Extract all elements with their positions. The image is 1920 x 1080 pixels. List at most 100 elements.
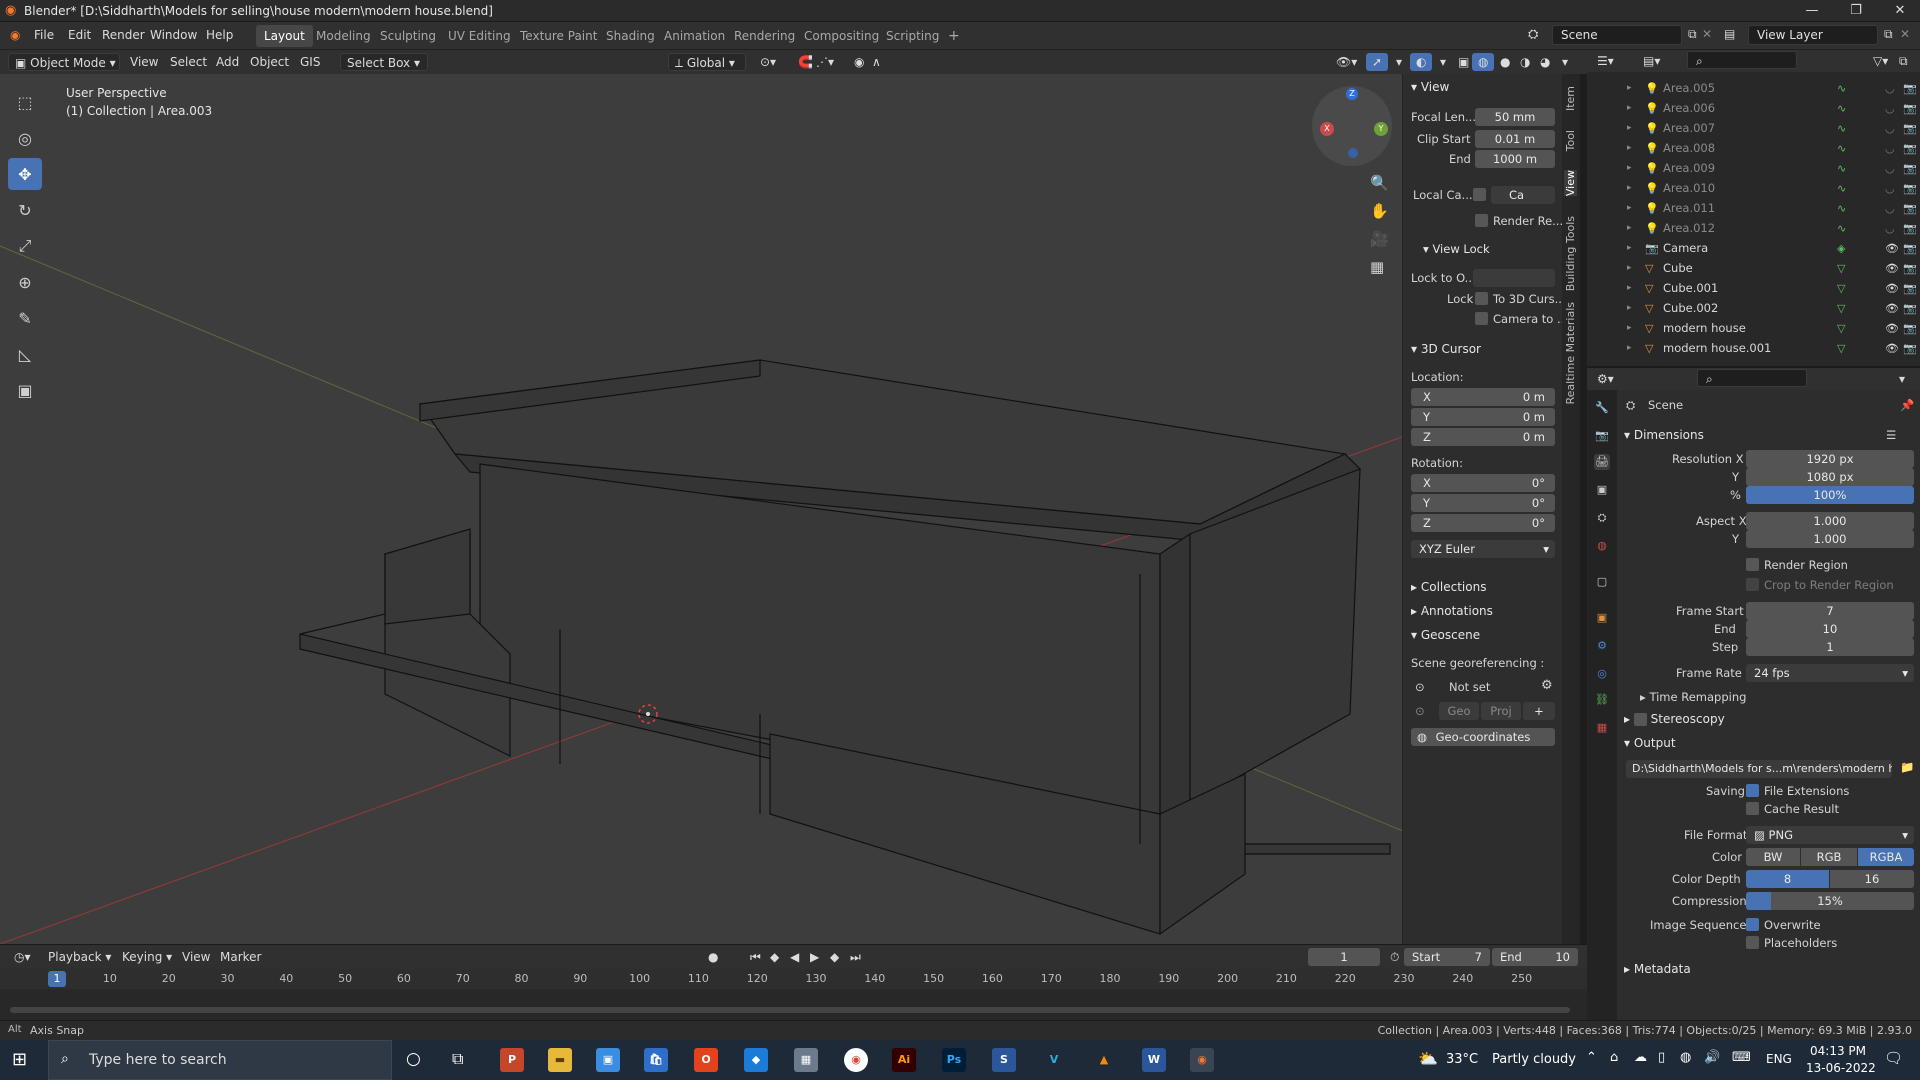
snap-target-icon[interactable]: ⋰▾ xyxy=(810,53,840,71)
add-cube-tool[interactable]: ▣ xyxy=(8,374,42,406)
visibility-eye-icon[interactable]: 👁 xyxy=(1885,262,1899,275)
render-camera-icon[interactable]: 📷 xyxy=(1903,102,1917,115)
expand-arrow-icon[interactable]: ▸ xyxy=(1627,103,1645,113)
battery-icon[interactable]: ▯ xyxy=(1658,1050,1665,1065)
outliner-item[interactable]: ▸ 💡 Area.006 ∿ ◡ 📷 xyxy=(1587,98,1920,118)
menu-help[interactable]: Help xyxy=(206,28,233,42)
wireframe-shading-icon[interactable]: ◍ xyxy=(1472,53,1495,71)
render-region-checkbox-props[interactable] xyxy=(1746,558,1759,571)
visibility-eye-icon[interactable]: ◡ xyxy=(1885,82,1895,95)
file-format-dropdown[interactable]: ▨ PNG ▾ xyxy=(1746,826,1914,844)
expand-arrow-icon[interactable]: ▸ xyxy=(1627,303,1645,313)
cache-result-checkbox[interactable] xyxy=(1746,802,1759,815)
folder-icon[interactable]: 📁 xyxy=(1900,760,1914,774)
tab-building-tools[interactable]: Building Tools xyxy=(1564,216,1577,291)
render-camera-icon[interactable]: 📷 xyxy=(1903,242,1917,255)
render-camera-icon[interactable]: 📷 xyxy=(1903,322,1917,335)
metadata-section-header[interactable]: ▸ Metadata xyxy=(1624,962,1691,976)
render-camera-icon[interactable]: 📷 xyxy=(1903,262,1917,275)
stereoscopy-section-header[interactable]: ▸ Stereoscopy xyxy=(1624,712,1725,726)
expand-arrow-icon[interactable]: ▸ xyxy=(1627,203,1645,213)
expand-arrow-icon[interactable]: ▸ xyxy=(1627,223,1645,233)
viewport-menu-object[interactable]: Object xyxy=(244,53,295,71)
workspace-tab-compositing[interactable]: Compositing xyxy=(796,25,887,47)
file-extensions-checkbox[interactable] xyxy=(1746,784,1759,797)
3d-viewport[interactable]: ⬚ ◎ ✥ ↻ ⤢ ⊕ ✎ ◺ ▣ User Perspective (1) C… xyxy=(0,74,1410,944)
select-box-tool[interactable]: ⬚ xyxy=(8,86,42,118)
timeline-ruler[interactable]: 1 10 20 30 40 50 60 70 80 90 100 110 120 130 140 150 160… xyxy=(0,969,1587,989)
timeline-menu-view[interactable]: View xyxy=(176,948,216,966)
geo-coordinates-button[interactable]: ◍ Geo-coordinates xyxy=(1411,728,1555,746)
render-camera-icon[interactable]: 📷 xyxy=(1903,162,1917,175)
end-frame-field[interactable]: End 10 xyxy=(1492,948,1578,966)
visibility-eye-icon[interactable]: ◡ xyxy=(1885,122,1895,135)
pan-hand-icon[interactable]: ✋ xyxy=(1370,202,1389,220)
new-scene-icon[interactable]: ⧉ xyxy=(1688,27,1697,42)
3d-cursor-section-header[interactable]: ▾ 3D Cursor xyxy=(1411,342,1481,356)
outliner-item[interactable]: ▸ 💡 Area.011 ∿ ◡ 📷 xyxy=(1587,198,1920,218)
cursor-location-z[interactable]: Z 0 m xyxy=(1411,428,1555,446)
workspace-tab-modeling[interactable]: Modeling xyxy=(308,25,379,47)
presets-icon[interactable]: ☰ xyxy=(1886,428,1896,442)
expand-arrow-icon[interactable]: ▸ xyxy=(1627,163,1645,173)
shading-dropdown-icon[interactable]: ▾ xyxy=(1556,53,1574,71)
scale-tool[interactable]: ⤢ xyxy=(8,230,42,262)
play-icon[interactable]: ▶ xyxy=(804,948,825,966)
render-camera-icon[interactable]: 📷 xyxy=(1903,302,1917,315)
workspace-tab-scripting[interactable]: Scripting xyxy=(878,25,947,47)
view-layer-tab-icon[interactable]: ▣ xyxy=(1594,482,1610,498)
expand-arrow-icon[interactable]: ▸ xyxy=(1627,283,1645,293)
workspace-tab-animation[interactable]: Animation xyxy=(656,25,733,47)
powerpoint-icon[interactable]: P xyxy=(500,1048,524,1072)
expand-arrow-icon[interactable]: ▸ xyxy=(1627,323,1645,333)
clip-end-field[interactable]: 1000 m xyxy=(1475,150,1555,168)
aspect-y-field[interactable]: 1.000 xyxy=(1746,530,1914,548)
visibility-icon[interactable]: 👁▾ xyxy=(1330,53,1363,71)
render-camera-icon[interactable]: 📷 xyxy=(1903,142,1917,155)
annotations-section-header[interactable]: ▸ Annotations xyxy=(1411,604,1493,618)
timeline-editor-type-icon[interactable]: ◷▾ xyxy=(8,948,37,966)
object-tab-icon[interactable]: ▣ xyxy=(1594,610,1610,626)
resolution-x-field[interactable]: 1920 px xyxy=(1746,450,1914,468)
menu-edit[interactable]: Edit xyxy=(68,28,91,42)
frame-end-field[interactable]: 10 xyxy=(1746,620,1914,638)
expand-arrow-icon[interactable]: ▸ xyxy=(1627,183,1645,193)
outliner-item[interactable]: ▸ ▽ Cube ▽ 👁 📷 xyxy=(1587,258,1920,278)
crop-region-checkbox[interactable] xyxy=(1746,578,1759,591)
word-icon[interactable]: W xyxy=(1142,1048,1166,1072)
timeline-scrollbar[interactable] xyxy=(10,1007,1570,1013)
outliner-item[interactable]: ▸ ▽ modern house.001 ▽ 👁 📷 xyxy=(1587,338,1920,358)
collection-tab-icon[interactable]: ▢ xyxy=(1594,574,1610,590)
illustrator-icon[interactable]: Ai xyxy=(892,1048,916,1072)
expand-arrow-icon[interactable]: ▸ xyxy=(1627,243,1645,253)
tab-view[interactable]: View xyxy=(1564,170,1577,197)
outliner-search-input[interactable]: ⌕ xyxy=(1687,51,1797,69)
volume-icon[interactable]: 🔊 xyxy=(1704,1050,1720,1065)
cloud-icon[interactable]: ☁ xyxy=(1634,1050,1647,1065)
visibility-eye-icon[interactable]: ◡ xyxy=(1885,182,1895,195)
properties-options-icon[interactable]: ▾ xyxy=(1893,370,1911,388)
frame-step-field[interactable]: 1 xyxy=(1746,638,1914,656)
store-icon[interactable]: 🛍 xyxy=(644,1048,668,1072)
timeline-menu-keying[interactable]: Keying ▾ xyxy=(116,948,178,966)
gizmo-toggle-icon[interactable]: ➚ xyxy=(1366,53,1389,71)
geoscene-section-header[interactable]: ▾ Geoscene xyxy=(1411,628,1480,642)
gizmo-x-axis[interactable]: X xyxy=(1320,122,1334,136)
expand-arrow-icon[interactable]: ▸ xyxy=(1627,263,1645,273)
editor-type-icon[interactable]: ☰▾ xyxy=(1591,52,1620,70)
display-mode-icon[interactable]: ▤▾ xyxy=(1637,52,1666,70)
visibility-eye-icon[interactable]: ◡ xyxy=(1885,202,1895,215)
camera-to-view-checkbox[interactable] xyxy=(1475,312,1488,325)
cortana-icon[interactable]: ○ xyxy=(406,1049,421,1069)
overlays-dropdown-icon[interactable]: ▾ xyxy=(1434,53,1452,71)
workspace-tab-sculpting[interactable]: Sculpting xyxy=(372,25,444,47)
workspace-tab-uv-editing[interactable]: UV Editing xyxy=(440,25,519,47)
rotation-mode-dropdown[interactable]: XYZ Euler ▾ xyxy=(1411,540,1555,558)
blender-taskbar-icon[interactable]: ◉ xyxy=(1190,1048,1214,1072)
render-tab-icon[interactable]: 📷 xyxy=(1594,428,1610,444)
zoom-icon[interactable]: 🔍 xyxy=(1370,174,1389,192)
navigation-gizmo[interactable]: Z Y X xyxy=(1312,86,1392,166)
mode-selector[interactable]: ▣ Object Mode ▾ xyxy=(8,53,120,71)
proportional-falloff-icon[interactable]: ∧ xyxy=(866,53,887,71)
properties-search-input[interactable]: ⌕ xyxy=(1697,369,1807,387)
